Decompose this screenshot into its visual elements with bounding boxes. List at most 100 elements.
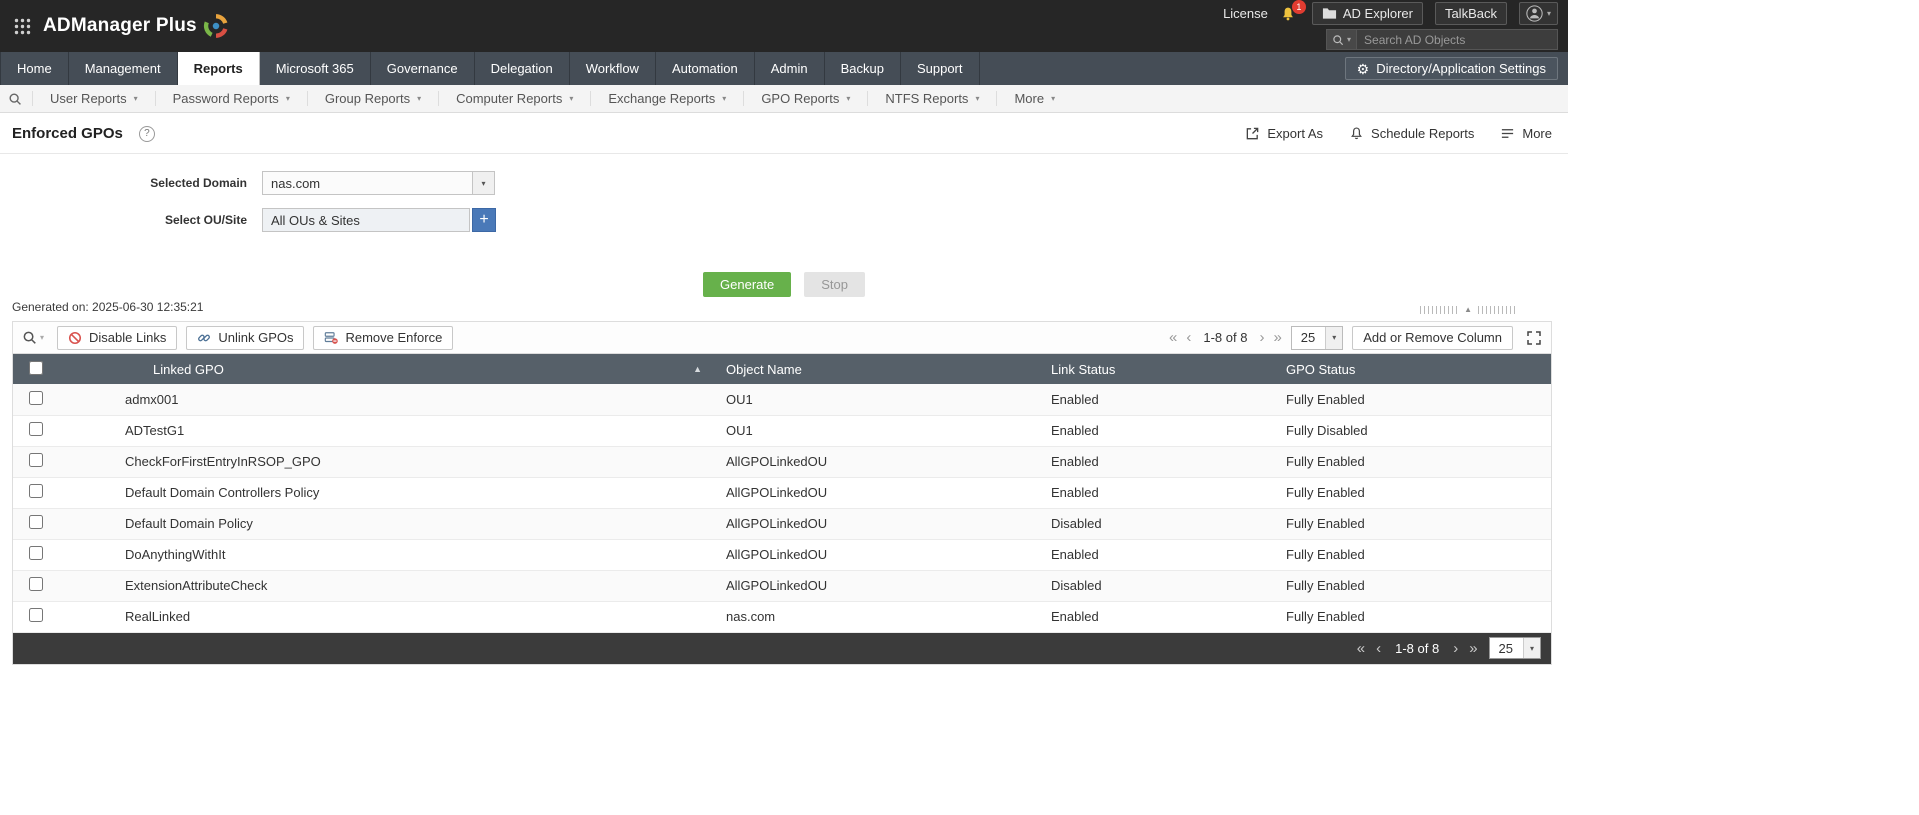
export-as-button[interactable]: Export As — [1245, 126, 1323, 141]
tab-reports[interactable]: Reports — [177, 52, 260, 85]
link-status-cell: Enabled — [1041, 415, 1276, 447]
row-select-checkbox[interactable] — [29, 546, 43, 560]
gpo-status-cell: Fully Enabled — [1276, 601, 1551, 633]
ad-search-input[interactable] — [1357, 30, 1557, 49]
table-row: CheckForFirstEntryInRSOP_GPO AllGPOLinked… — [13, 446, 1551, 478]
export-icon — [1247, 127, 1259, 140]
tab-microsoft-365[interactable]: Microsoft 365 — [260, 52, 371, 85]
report-category-more[interactable]: More ▾ — [996, 91, 1072, 106]
report-category-gpo-reports[interactable]: GPO Reports ▾ — [743, 91, 867, 106]
report-category-computer-reports[interactable]: Computer Reports ▾ — [438, 91, 590, 106]
table-row: Default Domain Controllers Policy AllGPOL… — [13, 477, 1551, 509]
schedule-reports-label: Schedule Reports — [1371, 126, 1475, 141]
search-icon — [23, 331, 36, 344]
page-size-select[interactable]: 25 ▾ — [1488, 637, 1541, 659]
remove-enforce-label: Remove Enforce — [345, 330, 443, 345]
unlink-gpos-button[interactable]: Unlink GPOs — [186, 325, 305, 350]
subnav-search-button[interactable] — [0, 92, 32, 106]
schedule-reports-button[interactable]: Schedule Reports — [1349, 126, 1474, 141]
row-select-checkbox[interactable] — [29, 515, 43, 529]
tab-automation[interactable]: Automation — [656, 52, 755, 85]
select-all-checkbox[interactable] — [29, 360, 43, 375]
disable-links-button[interactable]: Disable Links — [57, 325, 178, 350]
notifications-button[interactable]: 1 — [1280, 0, 1306, 22]
link-status-cell: Enabled — [1041, 446, 1276, 478]
prev-page-button[interactable]: ‹ — [1376, 641, 1381, 656]
unlink-gpos-label: Unlink GPOs — [218, 330, 294, 345]
remove-enforce-button[interactable]: Remove Enforce — [313, 325, 454, 350]
fullscreen-icon[interactable] — [1522, 330, 1542, 346]
row-select-checkbox[interactable] — [29, 484, 43, 498]
object-name-cell: nas.com — [716, 601, 1041, 633]
next-page-button[interactable]: › — [1453, 641, 1458, 656]
row-select-checkbox[interactable] — [29, 577, 43, 591]
ou-site-input[interactable]: All OUs & Sites — [262, 208, 470, 232]
stop-button[interactable]: Stop — [804, 272, 865, 297]
linked-gpo-cell: ADTestG1 — [109, 415, 716, 447]
brand-logo[interactable]: ADManager Plus — [43, 13, 229, 39]
apps-grid-icon[interactable] — [14, 18, 31, 35]
search-scope-button[interactable]: ▾ — [1327, 30, 1358, 49]
list-icon — [1502, 129, 1514, 138]
add-ou-button[interactable]: + — [472, 208, 496, 232]
row-select-checkbox[interactable] — [29, 390, 43, 405]
last-page-button[interactable]: » — [1273, 330, 1281, 345]
directory-settings-button[interactable]: ⚙ Directory/Application Settings — [1344, 57, 1558, 80]
report-category-group-reports[interactable]: Group Reports ▾ — [306, 91, 438, 106]
prev-page-button[interactable]: ‹ — [1186, 330, 1191, 345]
gpo-status-cell: Fully Enabled — [1276, 539, 1551, 571]
first-page-button[interactable]: « — [1169, 330, 1177, 345]
column-header-link-status[interactable]: Link Status — [1041, 354, 1276, 384]
talkback-button[interactable]: TalkBack — [1434, 2, 1507, 25]
tab-backup[interactable]: Backup — [825, 52, 901, 85]
tab-delegation[interactable]: Delegation — [475, 52, 570, 85]
column-header-linked-gpo[interactable]: Linked GPO ▲ — [109, 354, 716, 384]
page-size-select[interactable]: 25 ▾ — [1290, 325, 1344, 350]
add-remove-column-button[interactable]: Add or Remove Column — [1352, 325, 1513, 350]
table-row: admx001 OU1 Enabled Fully Enabled — [13, 384, 1551, 416]
row-select-checkbox[interactable] — [29, 422, 43, 436]
row-select-checkbox[interactable] — [29, 453, 43, 467]
gpo-table: Linked GPO ▲ Object Name Link Status GPO… — [13, 354, 1551, 633]
help-icon[interactable]: ? — [138, 125, 155, 142]
table-header-row: Linked GPO ▲ Object Name Link Status GPO… — [13, 354, 1551, 384]
license-link[interactable]: License — [1223, 6, 1268, 21]
report-category-exchange-reports[interactable]: Exchange Reports ▾ — [590, 91, 743, 106]
report-category-password-reports[interactable]: Password Reports ▾ — [154, 91, 307, 106]
table-search-button[interactable]: ▾ — [22, 330, 48, 345]
domain-select[interactable]: nas.com ▾ — [262, 171, 495, 195]
topbar: ADManager Plus License 1 AD Explorer Tal… — [0, 0, 1568, 52]
tab-home[interactable]: Home — [0, 52, 69, 85]
next-page-button[interactable]: › — [1259, 330, 1264, 345]
topbar-left: ADManager Plus — [10, 13, 229, 39]
tab-admin[interactable]: Admin — [755, 52, 825, 85]
last-page-button[interactable]: » — [1469, 641, 1477, 656]
column-header-object-name[interactable]: Object Name — [716, 354, 1041, 384]
first-page-button[interactable]: « — [1357, 641, 1365, 656]
report-category-user-reports[interactable]: User Reports ▾ — [32, 91, 155, 106]
export-as-label: Export As — [1267, 126, 1324, 141]
tab-support[interactable]: Support — [901, 52, 980, 85]
handle-stripes — [1478, 306, 1516, 314]
object-name-cell: AllGPOLinkedOU — [716, 570, 1041, 602]
topbar-right: License 1 AD Explorer TalkBack ▾ ▾ Searc… — [1223, 0, 1558, 50]
top-pagination: « ‹ 1-8 of 8 › » — [1169, 330, 1282, 345]
sort-asc-icon[interactable]: ▲ — [693, 364, 702, 374]
page-info: 1-8 of 8 — [1395, 640, 1440, 656]
row-select-checkbox[interactable] — [29, 608, 43, 622]
report-category-ntfs-reports[interactable]: NTFS Reports ▾ — [867, 91, 996, 106]
report-grid: ▾ Disable Links Unlink GPOs Remove Enfor… — [12, 321, 1552, 665]
more-actions-button[interactable]: More — [1500, 126, 1552, 141]
tab-governance[interactable]: Governance — [371, 52, 475, 85]
tab-workflow[interactable]: Workflow — [570, 52, 656, 85]
ad-explorer-button[interactable]: AD Explorer — [1311, 2, 1423, 25]
table-row: ADTestG1 OU1 Enabled Fully Disabled — [13, 415, 1551, 447]
generate-button[interactable]: Generate — [703, 272, 792, 297]
admanager-plus-app: ADManager Plus License 1 AD Explorer Tal… — [0, 0, 1568, 665]
column-header-gpo-status[interactable]: GPO Status — [1276, 354, 1551, 384]
tab-management[interactable]: Management — [69, 52, 178, 85]
domain-select-value: nas.com — [271, 175, 321, 191]
page-info: 1-8 of 8 — [1203, 330, 1248, 345]
user-menu-button[interactable]: ▾ — [1518, 2, 1558, 25]
collapse-panel-handle[interactable]: ▲ — [1420, 306, 1516, 314]
